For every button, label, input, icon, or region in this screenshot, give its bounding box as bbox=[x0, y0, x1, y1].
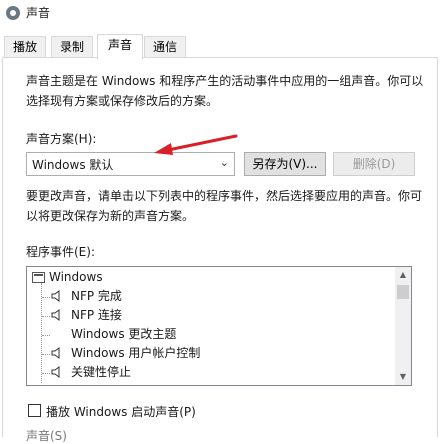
startup-sound-checkbox[interactable] bbox=[28, 404, 41, 417]
tab-sounds[interactable]: 声音 bbox=[97, 34, 143, 59]
scroll-thumb[interactable] bbox=[397, 285, 409, 299]
title-bar: 声音 bbox=[0, 0, 440, 34]
chevron-down-icon: ⌄ bbox=[219, 156, 229, 169]
list-item-label: NFP 连接 bbox=[71, 308, 122, 322]
tab-playback[interactable]: 播放 bbox=[4, 36, 46, 57]
scroll-up-icon[interactable]: ▲ bbox=[395, 267, 411, 283]
list-item-label: 关键性停止 bbox=[71, 365, 132, 379]
list-item-label: Windows 更改主题 bbox=[71, 327, 177, 341]
tree-connector bbox=[41, 283, 42, 383]
tree-branch bbox=[42, 297, 50, 298]
tree-branch bbox=[42, 373, 50, 374]
annotation-arrow-icon bbox=[154, 134, 238, 155]
tab-communications[interactable]: 通信 bbox=[144, 36, 186, 57]
instructions-line-1: 要更改声音，请单击以下列表中的程序事件，然后选择要应用的声音。你可 bbox=[26, 189, 423, 203]
instructions-line-2: 以将更改保存为新的声音方案。 bbox=[26, 209, 195, 223]
description-text: 声音主题是在 Windows 和程序产生的活动事件中应用的一组声音。你可以 选择… bbox=[26, 71, 426, 111]
program-events-list[interactable]: Windows NFP 完成 NFP 连接 Windows 更改主题 Windo… bbox=[26, 266, 412, 386]
scroll-down-icon[interactable]: ▼ bbox=[395, 369, 411, 385]
save-as-button[interactable]: 另存为(V)... bbox=[244, 152, 326, 176]
list-item-label: NFP 完成 bbox=[71, 289, 122, 303]
speaker-icon bbox=[51, 366, 60, 378]
sound-app-icon bbox=[6, 6, 20, 20]
instructions-text: 要更改声音，请单击以下列表中的程序事件，然后选择要应用的声音。你可 以将更改保存… bbox=[26, 186, 426, 226]
startup-sound-label[interactable]: 播放 Windows 启动声音(P) bbox=[46, 403, 196, 420]
tab-strip: 播放 录制 声音 通信 bbox=[0, 34, 440, 59]
delete-button[interactable]: 删除(D) bbox=[333, 152, 415, 176]
tree-branch bbox=[42, 354, 50, 355]
tree-branch bbox=[42, 316, 50, 317]
window-title: 声音 bbox=[26, 6, 51, 20]
speaker-icon bbox=[51, 309, 60, 321]
scheme-selected-value: Windows 默认 bbox=[32, 158, 114, 172]
description-line-1: 声音主题是在 Windows 和程序产生的活动事件中应用的一组声音。你可以 bbox=[26, 74, 424, 88]
sounds-label: 声音(S) bbox=[26, 429, 67, 443]
speaker-icon bbox=[51, 347, 60, 359]
description-line-2: 选择现有方案或保存修改后的方案。 bbox=[26, 94, 219, 108]
speaker-icon bbox=[51, 290, 60, 302]
program-events-label: 程序事件(E): bbox=[26, 245, 95, 259]
scheme-label: 声音方案(H): bbox=[26, 132, 97, 146]
tab-recording[interactable]: 录制 bbox=[51, 36, 93, 57]
windows-group-icon bbox=[32, 272, 45, 283]
list-scrollbar[interactable]: ▲ ▼ bbox=[395, 267, 411, 385]
tree-branch bbox=[42, 335, 50, 336]
list-item-label: Windows bbox=[49, 270, 103, 284]
list-item-label: Windows 用户帐户控制 bbox=[71, 346, 201, 360]
